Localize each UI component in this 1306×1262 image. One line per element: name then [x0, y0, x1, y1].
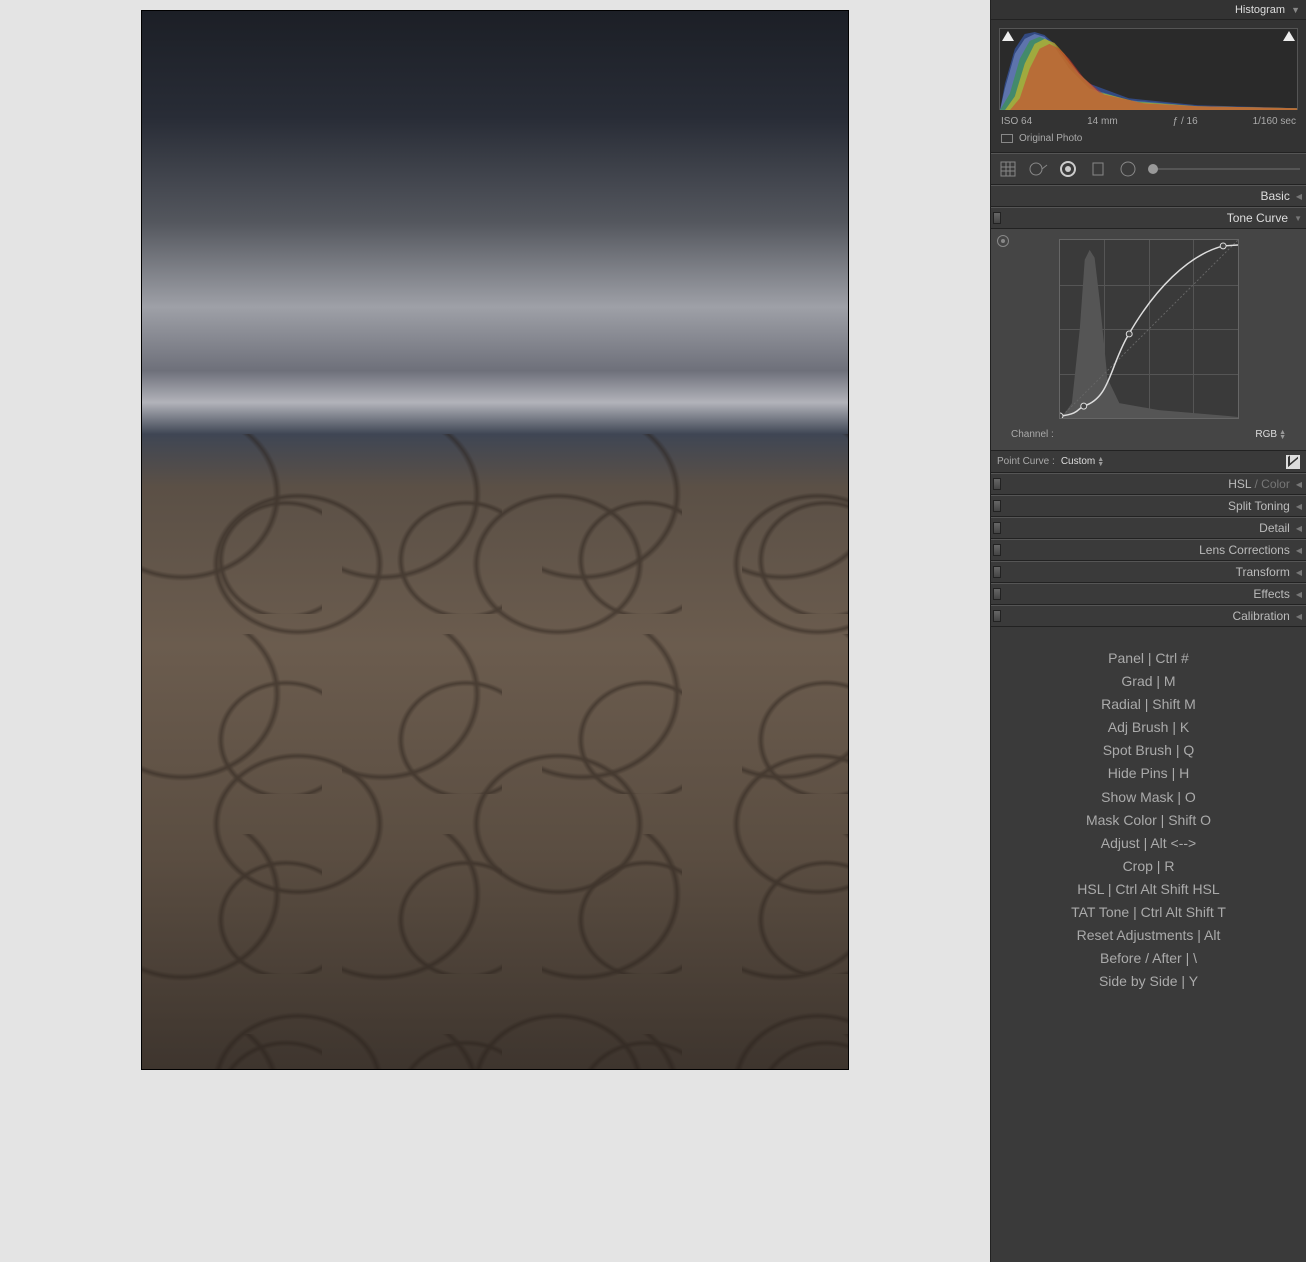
shortcut-line: Adj Brush | K [1001, 716, 1296, 739]
panel-effects-label: Effects [1253, 587, 1289, 601]
shortcut-line: HSL | Ctrl Alt Shift HSL [1001, 878, 1296, 901]
panel-lens-label: Lens Corrections [1199, 543, 1290, 557]
panel-lens[interactable]: Lens Corrections ◀ [991, 539, 1306, 561]
shortcut-line: Reset Adjustments | Alt [1001, 924, 1296, 947]
shutter-value: 1/160 sec [1253, 116, 1296, 127]
curve-graph [1060, 240, 1238, 418]
aperture-value: ƒ / 16 [1173, 116, 1198, 127]
panel-split-toning-label: Split Toning [1228, 499, 1290, 513]
redeye-tool[interactable] [1057, 158, 1079, 180]
panel-switch-icon[interactable] [993, 610, 1001, 622]
point-curve-select[interactable]: Custom ▲▼ [1061, 456, 1104, 467]
histogram-graph [1000, 29, 1297, 110]
crop-tool[interactable] [997, 158, 1019, 180]
radial-tool[interactable] [1117, 158, 1139, 180]
shortcut-line: Hide Pins | H [1001, 762, 1296, 785]
preview-image[interactable] [141, 10, 849, 1070]
shortcut-line: Crop | R [1001, 855, 1296, 878]
chevron-left-icon: ◀ [1296, 192, 1300, 201]
panel-split-toning[interactable]: Split Toning ◀ [991, 495, 1306, 517]
histogram-title: Histogram [1235, 4, 1285, 16]
tat-icon[interactable] [997, 235, 1009, 247]
panel-switch-icon[interactable] [993, 500, 1001, 512]
channel-value: RGB [1255, 429, 1277, 440]
shortcut-line: TAT Tone | Ctrl Alt Shift T [1001, 901, 1296, 924]
chevron-left-icon: ◀ [1296, 568, 1300, 577]
preview-area [0, 0, 990, 1262]
right-panel: Histogram ▼ ISO 64 14 mm ƒ / 16 1/160 se… [990, 0, 1306, 1262]
panel-effects[interactable]: Effects ◀ [991, 583, 1306, 605]
shortcut-line: Spot Brush | Q [1001, 739, 1296, 762]
tool-strip [991, 153, 1306, 185]
original-photo-row[interactable]: Original Photo [995, 129, 1302, 148]
panel-switch-icon[interactable] [993, 544, 1001, 556]
chevron-left-icon: ◀ [1296, 590, 1300, 599]
shortcut-line: Mask Color | Shift O [1001, 809, 1296, 832]
panel-hsl[interactable]: HSL / Color ◀ [991, 473, 1306, 495]
shortcut-line: Adjust | Alt <--> [1001, 832, 1296, 855]
curve-box[interactable] [1059, 239, 1239, 419]
chevron-left-icon: ◀ [1296, 612, 1300, 621]
curve-edit-toggle[interactable] [1286, 455, 1300, 469]
panel-tone-curve-label: Tone Curve [1227, 211, 1288, 225]
updown-icon: ▲▼ [1279, 430, 1286, 440]
panel-switch-icon[interactable] [993, 522, 1001, 534]
point-curve-value: Custom [1061, 456, 1095, 467]
channel-select[interactable]: RGB ▲▼ [1255, 429, 1286, 440]
panel-switch-icon[interactable] [993, 478, 1001, 490]
shortcut-line: Grad | M [1001, 670, 1296, 693]
panel-detail[interactable]: Detail ◀ [991, 517, 1306, 539]
chevron-left-icon: ◀ [1296, 546, 1300, 555]
panel-calibration[interactable]: Calibration ◀ [991, 605, 1306, 627]
histogram-header[interactable]: Histogram ▼ [991, 0, 1306, 20]
panel-switch-icon[interactable] [993, 566, 1001, 578]
panel-transform-label: Transform [1236, 565, 1290, 579]
shortcut-line: Panel | Ctrl # [1001, 647, 1296, 670]
panel-switch-icon[interactable] [993, 212, 1001, 224]
panel-transform[interactable]: Transform ◀ [991, 561, 1306, 583]
shortcut-line: Radial | Shift M [1001, 693, 1296, 716]
original-photo-label: Original Photo [1019, 133, 1082, 144]
collapse-icon: ▼ [1291, 5, 1300, 15]
panel-hsl-label: HSL / Color [1228, 477, 1290, 491]
point-curve-label: Point Curve : [997, 456, 1055, 467]
panel-tone-curve[interactable]: Tone Curve ▼ [991, 207, 1306, 229]
panel-calibration-label: Calibration [1232, 609, 1289, 623]
tone-curve-body: Channel : RGB ▲▼ [991, 229, 1306, 451]
chevron-left-icon: ◀ [1296, 502, 1300, 511]
shortcut-line: Side by Side | Y [1001, 970, 1296, 993]
shortcut-line: Before / After | \ [1001, 947, 1296, 970]
panel-basic-label: Basic [1261, 189, 1290, 203]
slider-knob[interactable] [1148, 164, 1158, 174]
panel-basic[interactable]: Basic ◀ [991, 185, 1306, 207]
updown-icon: ▲▼ [1097, 457, 1104, 467]
spot-tool[interactable] [1027, 158, 1049, 180]
chevron-left-icon: ◀ [1296, 480, 1300, 489]
shortcut-line: Show Mask | O [1001, 786, 1296, 809]
exposure-metadata: ISO 64 14 mm ƒ / 16 1/160 sec [995, 114, 1302, 129]
focal-value: 14 mm [1087, 116, 1118, 127]
original-photo-icon [1001, 134, 1013, 143]
panel-detail-label: Detail [1259, 521, 1290, 535]
chevron-down-icon: ▼ [1294, 214, 1300, 223]
chevron-left-icon: ◀ [1296, 524, 1300, 533]
histogram[interactable] [999, 28, 1298, 110]
tool-slider[interactable] [1153, 168, 1300, 170]
grad-tool[interactable] [1087, 158, 1109, 180]
histogram-box: ISO 64 14 mm ƒ / 16 1/160 sec Original P… [991, 20, 1306, 153]
point-curve-row: Point Curve : Custom ▲▼ [991, 451, 1306, 473]
channel-row: Channel : RGB ▲▼ [1001, 429, 1296, 440]
panel-switch-icon[interactable] [993, 588, 1001, 600]
channel-label: Channel : [1011, 429, 1054, 440]
iso-value: ISO 64 [1001, 116, 1032, 127]
shortcuts-list: Panel | Ctrl # Grad | M Radial | Shift M… [991, 627, 1306, 1013]
